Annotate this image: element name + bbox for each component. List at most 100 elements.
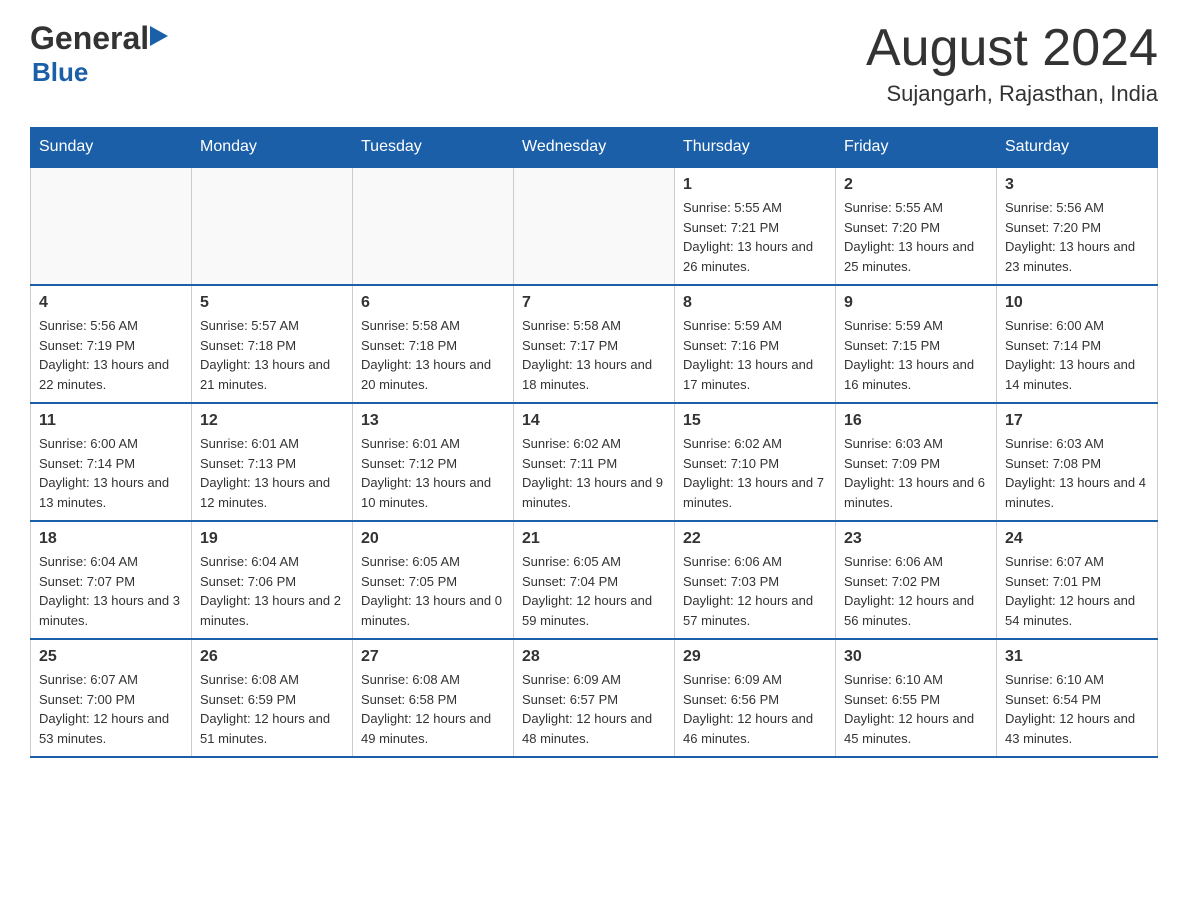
day-info: Sunrise: 6:00 AM Sunset: 7:14 PM Dayligh…	[1005, 316, 1149, 394]
calendar-day-header: Wednesday	[514, 128, 675, 168]
calendar-day-cell: 4 Sunrise: 5:56 AM Sunset: 7:19 PM Daylig…	[31, 285, 192, 403]
day-number: 18	[39, 530, 183, 548]
day-info: Sunrise: 6:05 AM Sunset: 7:05 PM Dayligh…	[361, 552, 505, 630]
calendar-day-cell: 28Sunrise: 6:09 AM Sunset: 6:57 PM Dayli…	[514, 639, 675, 757]
day-info: Sunrise: 6:01 AM Sunset: 7:13 PM Dayligh…	[200, 434, 344, 512]
calendar-day-header: Saturday	[997, 128, 1158, 168]
logo-arrow-icon	[150, 26, 168, 51]
day-info: Sunrise: 5:55 AM Sunset: 7:20 PM Dayligh…	[844, 198, 988, 276]
day-number: 10	[1005, 294, 1149, 312]
calendar-day-header: Sunday	[31, 128, 192, 168]
logo-blue-text: Blue	[32, 57, 88, 88]
day-info: Sunrise: 5:56 AM Sunset: 7:19 PM Dayligh…	[39, 316, 183, 394]
day-number: 13	[361, 412, 505, 430]
calendar-day-cell: 12 Sunrise: 6:01 AM Sunset: 7:13 PM Dayli…	[192, 403, 353, 521]
day-number: 16	[844, 412, 988, 430]
calendar-day-cell: 17 Sunrise: 6:03 AM Sunset: 7:08 PM Dayli…	[997, 403, 1158, 521]
calendar-week-row: 25Sunrise: 6:07 AM Sunset: 7:00 PM Dayli…	[31, 639, 1158, 757]
day-number: 6	[361, 294, 505, 312]
day-number: 26	[200, 648, 344, 666]
day-number: 7	[522, 294, 666, 312]
day-number: 15	[683, 412, 827, 430]
calendar-day-cell: 8 Sunrise: 5:59 AM Sunset: 7:16 PM Daylig…	[675, 285, 836, 403]
day-number: 1	[683, 176, 827, 194]
day-number: 21	[522, 530, 666, 548]
day-info: Sunrise: 6:06 AM Sunset: 7:02 PM Dayligh…	[844, 552, 988, 630]
day-number: 4	[39, 294, 183, 312]
day-number: 22	[683, 530, 827, 548]
day-info: Sunrise: 6:02 AM Sunset: 7:11 PM Dayligh…	[522, 434, 666, 512]
day-info: Sunrise: 6:00 AM Sunset: 7:14 PM Dayligh…	[39, 434, 183, 512]
calendar-day-cell: 21 Sunrise: 6:05 AM Sunset: 7:04 PM Dayli…	[514, 521, 675, 639]
calendar-week-row: 18Sunrise: 6:04 AM Sunset: 7:07 PM Dayli…	[31, 521, 1158, 639]
calendar-day-cell: 27Sunrise: 6:08 AM Sunset: 6:58 PM Dayli…	[353, 639, 514, 757]
day-info: Sunrise: 6:02 AM Sunset: 7:10 PM Dayligh…	[683, 434, 827, 512]
day-number: 25	[39, 648, 183, 666]
day-info: Sunrise: 5:56 AM Sunset: 7:20 PM Dayligh…	[1005, 198, 1149, 276]
day-info: Sunrise: 6:06 AM Sunset: 7:03 PM Dayligh…	[683, 552, 827, 630]
calendar-day-cell: 16 Sunrise: 6:03 AM Sunset: 7:09 PM Dayli…	[836, 403, 997, 521]
day-info: Sunrise: 6:10 AM Sunset: 6:54 PM Dayligh…	[1005, 670, 1149, 748]
day-info: Sunrise: 5:55 AM Sunset: 7:21 PM Dayligh…	[683, 198, 827, 276]
day-info: Sunrise: 6:04 AM Sunset: 7:06 PM Dayligh…	[200, 552, 344, 630]
day-number: 8	[683, 294, 827, 312]
day-number: 23	[844, 530, 988, 548]
day-info: Sunrise: 5:58 AM Sunset: 7:17 PM Dayligh…	[522, 316, 666, 394]
calendar-day-cell: 3 Sunrise: 5:56 AM Sunset: 7:20 PM Daylig…	[997, 167, 1158, 285]
calendar-day-cell: 20 Sunrise: 6:05 AM Sunset: 7:05 PM Dayli…	[353, 521, 514, 639]
day-info: Sunrise: 6:07 AM Sunset: 7:01 PM Dayligh…	[1005, 552, 1149, 630]
day-number: 24	[1005, 530, 1149, 548]
calendar-day-header: Friday	[836, 128, 997, 168]
calendar-day-cell: 22 Sunrise: 6:06 AM Sunset: 7:03 PM Dayli…	[675, 521, 836, 639]
day-info: Sunrise: 5:59 AM Sunset: 7:16 PM Dayligh…	[683, 316, 827, 394]
day-number: 9	[844, 294, 988, 312]
day-number: 29	[683, 648, 827, 666]
day-number: 20	[361, 530, 505, 548]
calendar-day-cell: 9 Sunrise: 5:59 AM Sunset: 7:15 PM Daylig…	[836, 285, 997, 403]
calendar-day-cell: 29 Sunrise: 6:09 AM Sunset: 6:56 PM Dayli…	[675, 639, 836, 757]
day-info: Sunrise: 6:08 AM Sunset: 6:58 PM Dayligh…	[361, 670, 505, 748]
day-number: 12	[200, 412, 344, 430]
day-info: Sunrise: 6:05 AM Sunset: 7:04 PM Dayligh…	[522, 552, 666, 630]
calendar-day-cell: 31 Sunrise: 6:10 AM Sunset: 6:54 PM Dayli…	[997, 639, 1158, 757]
day-info: Sunrise: 5:57 AM Sunset: 7:18 PM Dayligh…	[200, 316, 344, 394]
calendar-day-cell: 26Sunrise: 6:08 AM Sunset: 6:59 PM Dayli…	[192, 639, 353, 757]
calendar-day-cell: 23 Sunrise: 6:06 AM Sunset: 7:02 PM Dayli…	[836, 521, 997, 639]
calendar-day-cell: 7 Sunrise: 5:58 AM Sunset: 7:17 PM Daylig…	[514, 285, 675, 403]
calendar-day-cell: 5Sunrise: 5:57 AM Sunset: 7:18 PM Daylig…	[192, 285, 353, 403]
calendar-day-cell: 30Sunrise: 6:10 AM Sunset: 6:55 PM Dayli…	[836, 639, 997, 757]
calendar-day-cell: 24 Sunrise: 6:07 AM Sunset: 7:01 PM Dayli…	[997, 521, 1158, 639]
calendar-day-cell: 1 Sunrise: 5:55 AM Sunset: 7:21 PM Daylig…	[675, 167, 836, 285]
calendar-day-cell: 18Sunrise: 6:04 AM Sunset: 7:07 PM Dayli…	[31, 521, 192, 639]
day-number: 11	[39, 412, 183, 430]
calendar-week-row: 4 Sunrise: 5:56 AM Sunset: 7:19 PM Daylig…	[31, 285, 1158, 403]
day-info: Sunrise: 6:10 AM Sunset: 6:55 PM Dayligh…	[844, 670, 988, 748]
calendar-day-cell	[514, 167, 675, 285]
calendar-table: SundayMondayTuesdayWednesdayThursdayFrid…	[30, 127, 1158, 758]
day-info: Sunrise: 5:59 AM Sunset: 7:15 PM Dayligh…	[844, 316, 988, 394]
day-info: Sunrise: 5:58 AM Sunset: 7:18 PM Dayligh…	[361, 316, 505, 394]
calendar-day-header: Tuesday	[353, 128, 514, 168]
day-number: 3	[1005, 176, 1149, 194]
day-number: 31	[1005, 648, 1149, 666]
day-number: 14	[522, 412, 666, 430]
day-number: 17	[1005, 412, 1149, 430]
day-info: Sunrise: 6:09 AM Sunset: 6:56 PM Dayligh…	[683, 670, 827, 748]
calendar-day-cell: 25Sunrise: 6:07 AM Sunset: 7:00 PM Dayli…	[31, 639, 192, 757]
calendar-header-row: SundayMondayTuesdayWednesdayThursdayFrid…	[31, 128, 1158, 168]
page-header: General Blue August 2024 Sujangarh, Raja…	[30, 20, 1158, 107]
calendar-day-cell: 14 Sunrise: 6:02 AM Sunset: 7:11 PM Dayli…	[514, 403, 675, 521]
calendar-day-cell: 10 Sunrise: 6:00 AM Sunset: 7:14 PM Dayli…	[997, 285, 1158, 403]
location-subtitle: Sujangarh, Rajasthan, India	[866, 81, 1158, 107]
calendar-day-header: Thursday	[675, 128, 836, 168]
calendar-day-cell: 11 Sunrise: 6:00 AM Sunset: 7:14 PM Dayli…	[31, 403, 192, 521]
day-info: Sunrise: 6:09 AM Sunset: 6:57 PM Dayligh…	[522, 670, 666, 748]
calendar-day-cell	[31, 167, 192, 285]
calendar-week-row: 11 Sunrise: 6:00 AM Sunset: 7:14 PM Dayli…	[31, 403, 1158, 521]
day-number: 2	[844, 176, 988, 194]
calendar-day-cell	[353, 167, 514, 285]
day-info: Sunrise: 6:03 AM Sunset: 7:09 PM Dayligh…	[844, 434, 988, 512]
logo: General Blue	[30, 20, 168, 88]
day-info: Sunrise: 6:03 AM Sunset: 7:08 PM Dayligh…	[1005, 434, 1149, 512]
logo-general-text: General	[30, 20, 149, 57]
